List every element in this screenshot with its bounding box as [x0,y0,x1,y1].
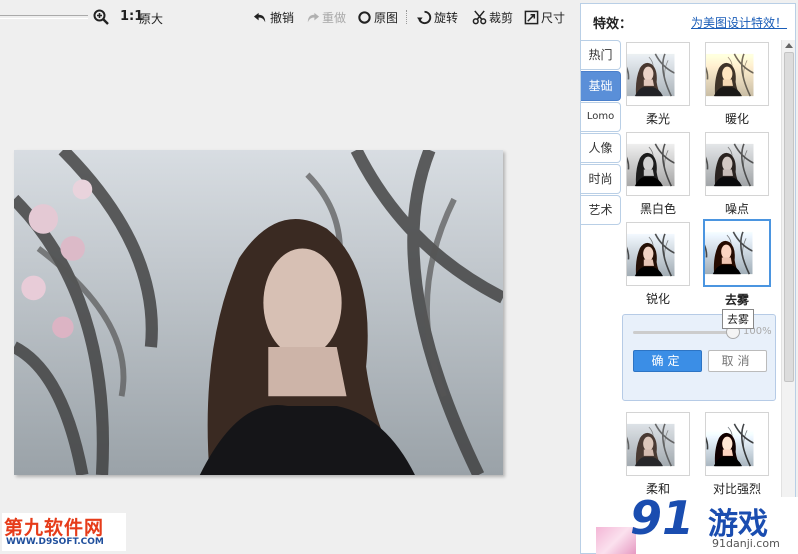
effect-label: 黑白色 [639,202,676,216]
undo-button[interactable]: 撤销 [253,8,294,26]
effect-strong-contrast[interactable]: 对比强烈 [704,412,770,497]
toolbar: 1:1 原大 撤销 重做 原图 旋转 裁剪 尺寸 [0,0,580,36]
resize-icon [524,10,539,24]
tab-portrait[interactable]: 人像 [581,133,621,163]
effect-black-white[interactable]: 黑白色 [625,132,691,217]
scissors-icon [472,9,487,24]
watermark-url: 91danji.com [712,537,780,550]
effect-tooltip: 去雾 [722,309,754,329]
original-label: 原图 [374,10,399,25]
tab-art[interactable]: 艺术 [581,195,621,225]
category-tabs: 热门 基础 Lomo 人像 时尚 艺术 [581,40,621,226]
watermark-title: 第九软件网 [4,517,105,539]
crop-label: 裁剪 [489,10,514,25]
effect-thumbnail [626,222,690,286]
watermark-url: WWW.D9SOFT.COM [6,537,104,547]
effect-label: 对比强烈 [712,482,761,496]
tab-popular[interactable]: 热门 [581,40,621,70]
effect-gentle[interactable]: 柔和 [625,412,691,497]
original-image-button[interactable]: 原图 [357,8,398,26]
effect-sharpen[interactable]: 锐化 [625,222,691,307]
scroll-up-arrow-icon[interactable] [785,43,793,48]
tab-fashion[interactable]: 时尚 [581,164,621,194]
toolbar-divider [406,10,407,24]
redo-button[interactable]: 重做 [305,8,346,26]
size-label: 尺寸 [541,10,566,25]
portrait-photo [14,150,503,475]
effect-warm[interactable]: 暖化 [704,42,770,127]
rotate-button[interactable]: 旋转 [417,8,458,26]
effect-label: 柔光 [645,112,670,126]
tab-basic[interactable]: 基础 [581,71,621,101]
cancel-button[interactable]: 取消 [708,350,767,372]
effect-label: 去雾 [724,293,749,307]
intensity-slider-track[interactable] [633,331,733,334]
watermark-91danji: 91 游戏 91danji.com [596,491,798,554]
effects-panel: 特效： 为美图设计特效！ 热门 基础 Lomo 人像 时尚 艺术 柔光 暖化 黑… [580,3,796,554]
zoom-slider[interactable] [0,15,88,19]
effect-thumbnail [626,132,690,196]
design-effect-link[interactable]: 为美图设计特效！ [691,14,787,31]
effect-thumbnail [703,219,771,287]
scroll-thumb[interactable] [784,52,794,382]
resize-button[interactable]: 尺寸 [524,8,565,26]
effect-dehaze[interactable]: 去雾 [701,219,773,308]
undo-icon [253,12,266,22]
undo-label: 撤销 [270,10,295,25]
effect-label: 锐化 [645,292,670,306]
redo-icon [307,12,320,22]
effect-thumbnail [626,42,690,106]
panel-title: 特效： [593,17,633,32]
rotate-icon [417,10,432,24]
effect-thumbnail [626,412,690,476]
effect-thumbnail [705,412,769,476]
tab-lomo[interactable]: Lomo [581,102,621,132]
effect-soft-light[interactable]: 柔光 [625,42,691,127]
confirm-button[interactable]: 确定 [633,350,702,372]
watermark-d9soft: 第九软件网 WWW.D9SOFT.COM [2,513,126,551]
canvas-area: 1:1 原大 撤销 重做 原图 旋转 裁剪 尺寸 第九软件网 WWW.D9SOF… [0,0,580,554]
rotate-label: 旋转 [434,10,459,25]
zoom-in-icon[interactable] [93,9,109,25]
watermark-logo: 91 [630,491,695,545]
panel-scrollbar[interactable] [781,40,795,553]
original-icon [358,10,371,24]
crop-button[interactable]: 裁剪 [472,8,513,26]
effect-label: 暖化 [724,112,749,126]
effect-thumbnail [705,132,769,196]
effect-thumbnail [705,42,769,106]
effect-adjust-popup: 100% 去雾 确定 取消 [622,309,776,401]
redo-label: 重做 [322,10,347,25]
effect-noise[interactable]: 噪点 [704,132,770,217]
photo-canvas[interactable] [14,150,503,475]
effect-label: 噪点 [724,202,749,216]
original-size-button[interactable]: 原大 [139,10,163,27]
